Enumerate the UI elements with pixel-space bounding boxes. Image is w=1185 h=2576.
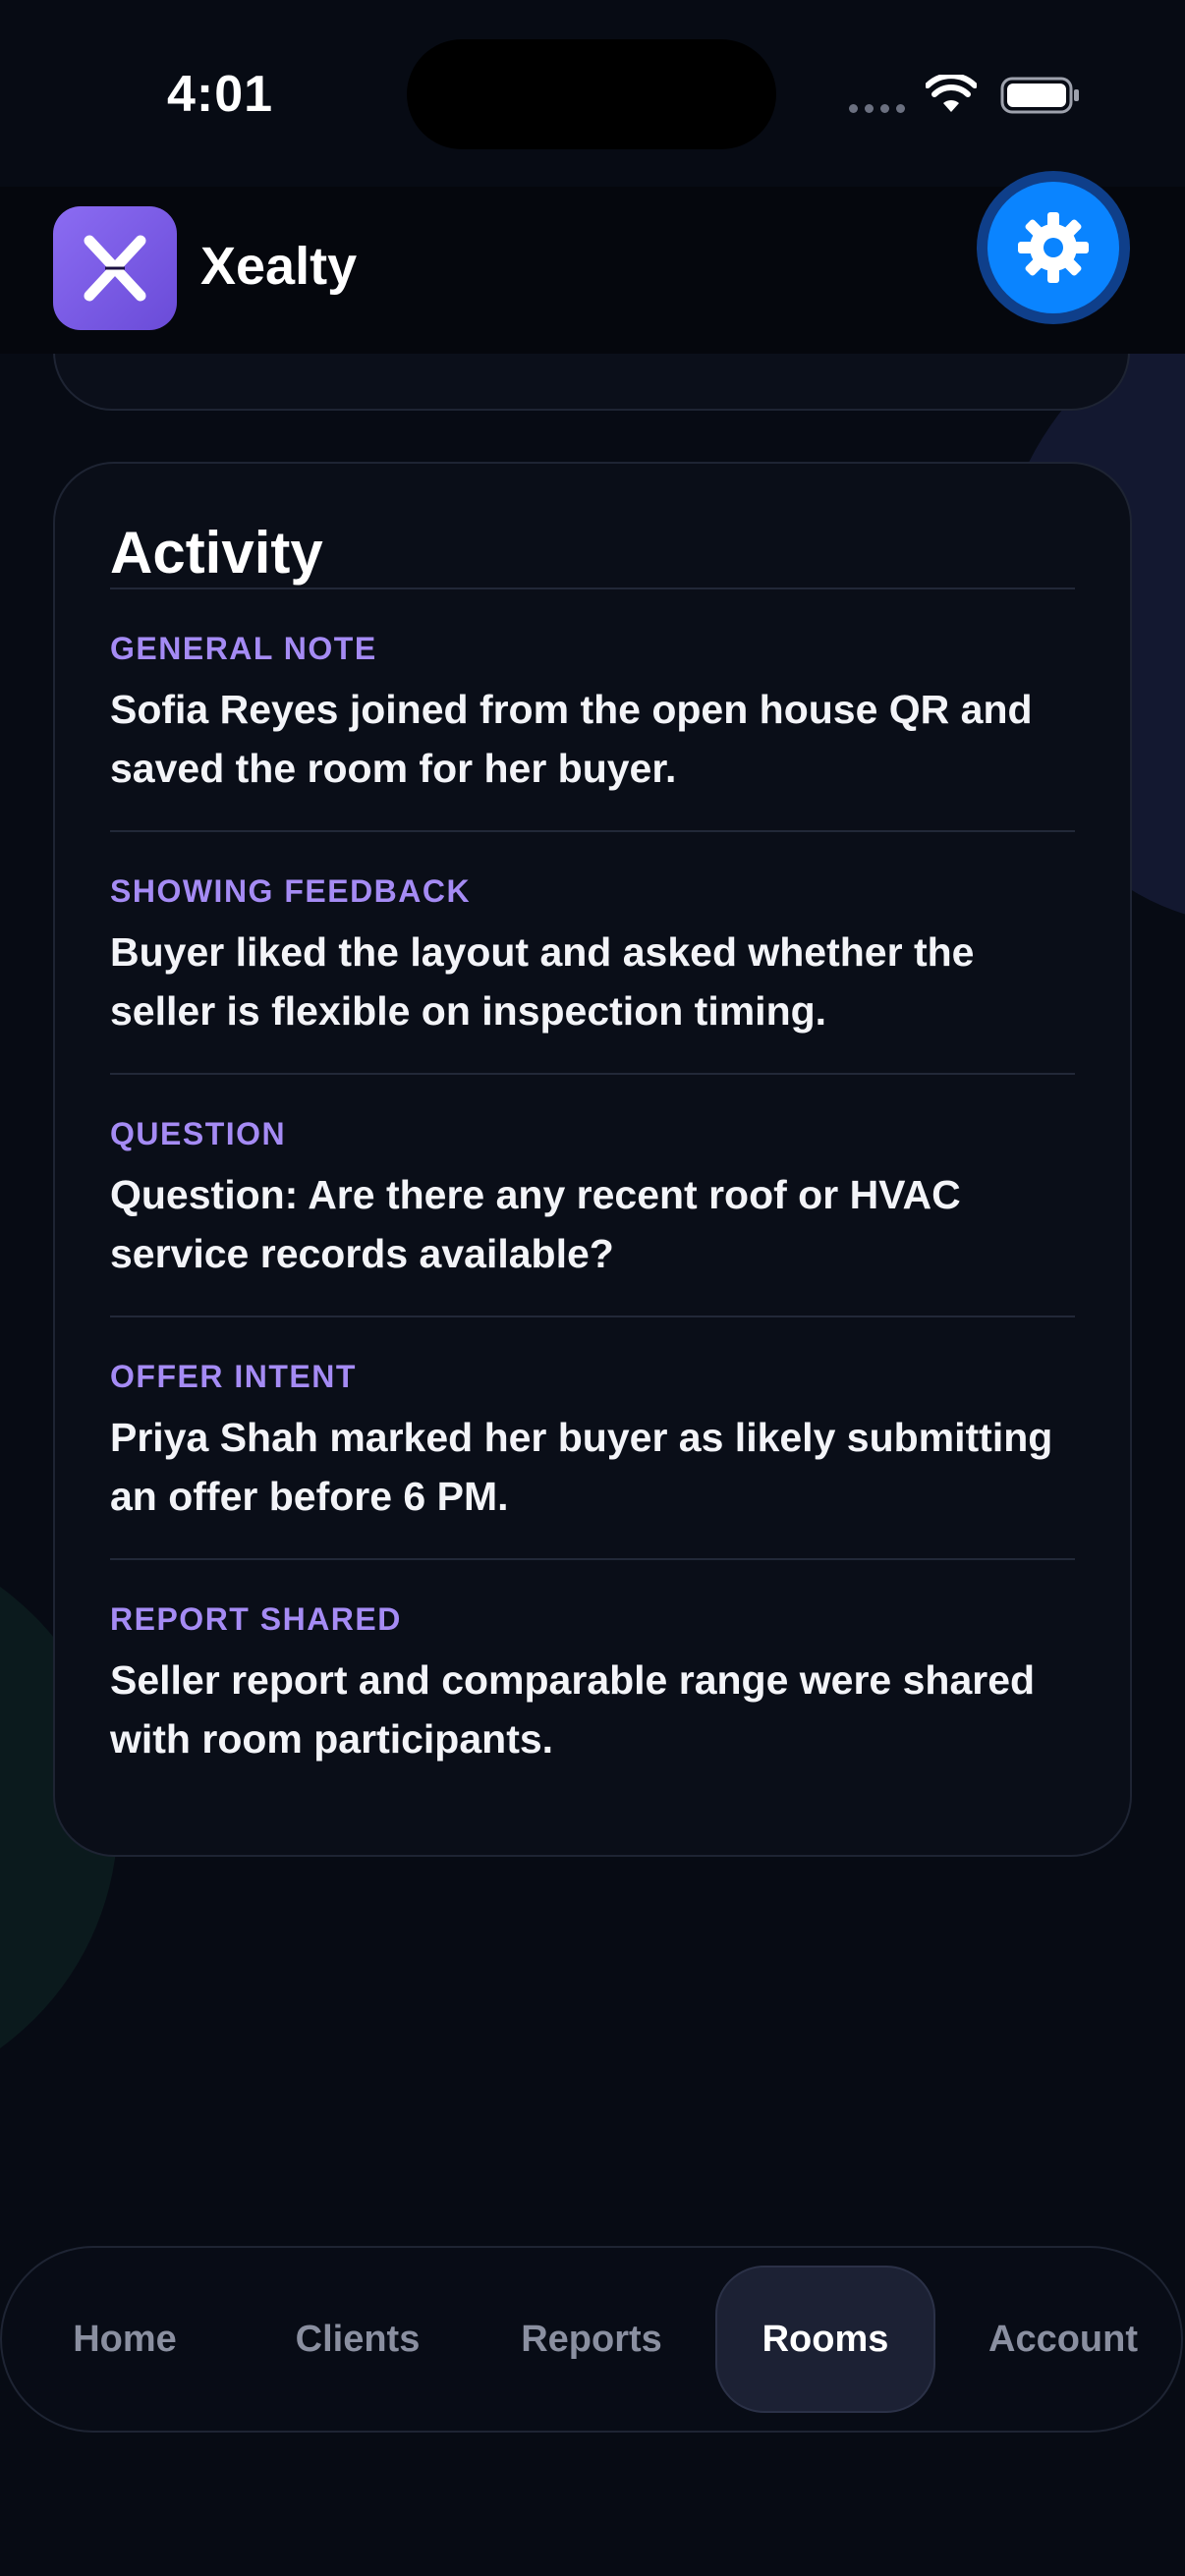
activity-tag: QUESTION [110,1116,287,1151]
tab-clients[interactable]: Clients [261,2248,454,2431]
rooms-screen: 4:01 Xealty Activity GENERAL NOTE Sofia … [0,0,1185,2576]
app-title: Xealty [200,237,358,296]
activity-tag: SHOWING FEEDBACK [110,873,472,909]
activity-text: Buyer liked the layout and asked whether… [110,929,975,1034]
activity-tag: GENERAL NOTE [110,631,377,666]
app-header: Xealty [0,171,1185,354]
bottom-tab-bar: Home Clients Reports Rooms Account [0,2246,1183,2433]
activity-item[interactable]: OFFER INTENT Priya Shah marked her buyer… [110,1316,1075,1558]
activity-tag: REPORT SHARED [110,1601,402,1637]
cellular-signal-icon [849,104,905,113]
activity-text: Priya Shah marked her buyer as likely su… [110,1415,1053,1519]
wifi-icon [926,75,977,112]
activity-title: Activity [110,520,323,586]
activity-tag: OFFER INTENT [110,1359,357,1394]
activity-text: Sofia Reyes joined from the open house Q… [110,687,1033,791]
activity-list: GENERAL NOTE Sofia Reyes joined from the… [110,588,1075,1801]
activity-item[interactable]: REPORT SHARED Seller report and comparab… [110,1558,1075,1801]
status-time: 4:01 [167,66,274,123]
settings-button[interactable] [977,171,1130,324]
tab-account[interactable]: Account [965,2248,1161,2431]
activity-text: Seller report and comparable range were … [110,1657,1036,1762]
tab-home[interactable]: Home [31,2248,218,2431]
activity-item[interactable]: QUESTION Question: Are there any recent … [110,1073,1075,1316]
status-bar: 4:01 [0,0,1185,187]
x-logo-icon [53,206,177,330]
activity-item[interactable]: GENERAL NOTE Sofia Reyes joined from the… [110,588,1075,830]
activity-item[interactable]: SHOWING FEEDBACK Buyer liked the layout … [110,830,1075,1073]
gear-icon [1018,212,1089,283]
battery-icon [1000,77,1079,114]
activity-text: Question: Are there any recent roof or H… [110,1172,961,1276]
dynamic-island [407,39,776,149]
tab-rooms[interactable]: Rooms [715,2266,935,2413]
activity-card: Activity GENERAL NOTE Sofia Reyes joined… [53,462,1132,1857]
tab-reports[interactable]: Reports [493,2248,690,2431]
